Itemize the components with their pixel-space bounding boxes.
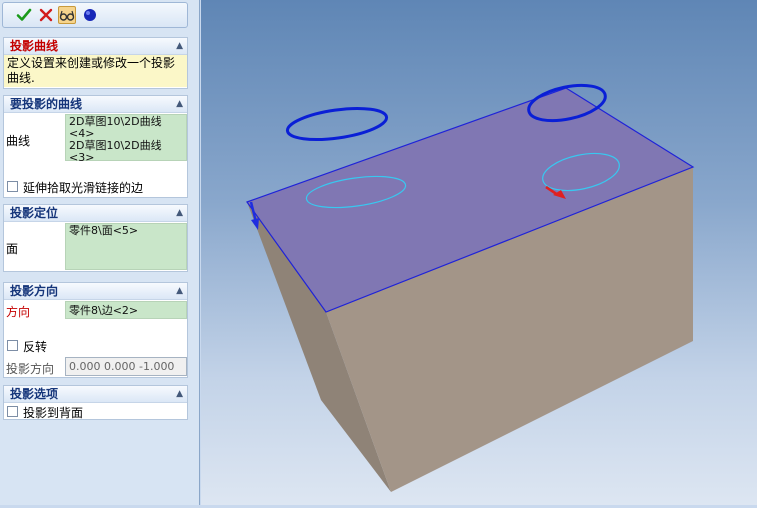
collapse-icon[interactable]: ▲ [176,283,183,299]
direction-field[interactable]: 零件8\边<2> [65,301,187,319]
options-section-title[interactable]: 投影选项 ▲ [4,386,187,403]
reverse-checkbox[interactable] [7,340,18,351]
collapse-icon[interactable]: ▲ [176,386,183,402]
header-section: 投影曲线 ▲ 定义设置来创建或修改一个投影曲线. [3,37,188,89]
model-view[interactable] [201,0,757,505]
direction-label: 方向 [6,305,31,319]
curves-section-title[interactable]: 要投影的曲线 ▲ [4,96,187,113]
face-label: 面 [6,242,19,256]
curves-list[interactable]: 2D草图10\2D曲线<4> 2D草图10\2D曲线<3> [65,114,187,164]
options-section: 投影选项 ▲ 投影到背面 [3,385,188,420]
list-item[interactable]: 2D草图10\2D曲线<3> [69,140,183,164]
collapse-icon[interactable]: ▲ [176,38,183,54]
property-panel: 投影曲线 ▲ 定义设置来创建或修改一个投影曲线. 要投影的曲线 ▲ 曲线 2D草图1… [0,0,200,505]
extend-checkbox-label[interactable]: 延伸拾取光滑链接的边 [23,179,143,196]
direction-section-title[interactable]: 投影方向 ▲ [4,283,187,300]
curves-section: 要投影的曲线 ▲ 曲线 2D草图10\2D曲线<4> 2D草图10\2D曲线<3>… [3,95,188,198]
vector-field: 0.000 0.000 -1.000 [65,357,187,376]
location-section: 投影定位 ▲ 面 零件8\面<5> [3,204,188,272]
check-icon[interactable] [15,6,33,24]
vector-label: 投影方向 [6,362,55,376]
panel-description: 定义设置来创建或修改一个投影曲线. [4,55,187,87]
collapse-icon[interactable]: ▲ [176,96,183,112]
sketch-curve-1[interactable] [285,103,389,145]
reverse-checkbox-label[interactable]: 反转 [23,338,47,355]
extend-checkbox[interactable] [7,181,18,192]
curves-label: 曲线 [6,134,31,148]
collapse-icon[interactable]: ▲ [176,205,183,221]
circle-icon[interactable] [81,6,99,24]
back-checkbox[interactable] [7,406,18,417]
list-item[interactable]: 零件8\边<2> [69,303,183,318]
command-toolbar [2,2,188,28]
back-checkbox-label[interactable]: 投影到背面 [23,404,83,421]
panel-title: 投影曲线 ▲ [4,38,187,55]
3d-viewport[interactable] [201,0,757,505]
glasses-icon[interactable] [58,6,76,24]
list-item[interactable]: 零件8\面<5> [69,225,183,237]
face-list[interactable]: 零件8\面<5> [65,223,187,270]
list-item[interactable]: 2D草图10\2D曲线<4> [69,116,183,140]
location-section-title[interactable]: 投影定位 ▲ [4,205,187,222]
close-icon[interactable] [37,6,55,24]
direction-section: 投影方向 ▲ 方向 零件8\边<2> 反转 投影方向 0.000 0.000 -1… [3,282,188,378]
